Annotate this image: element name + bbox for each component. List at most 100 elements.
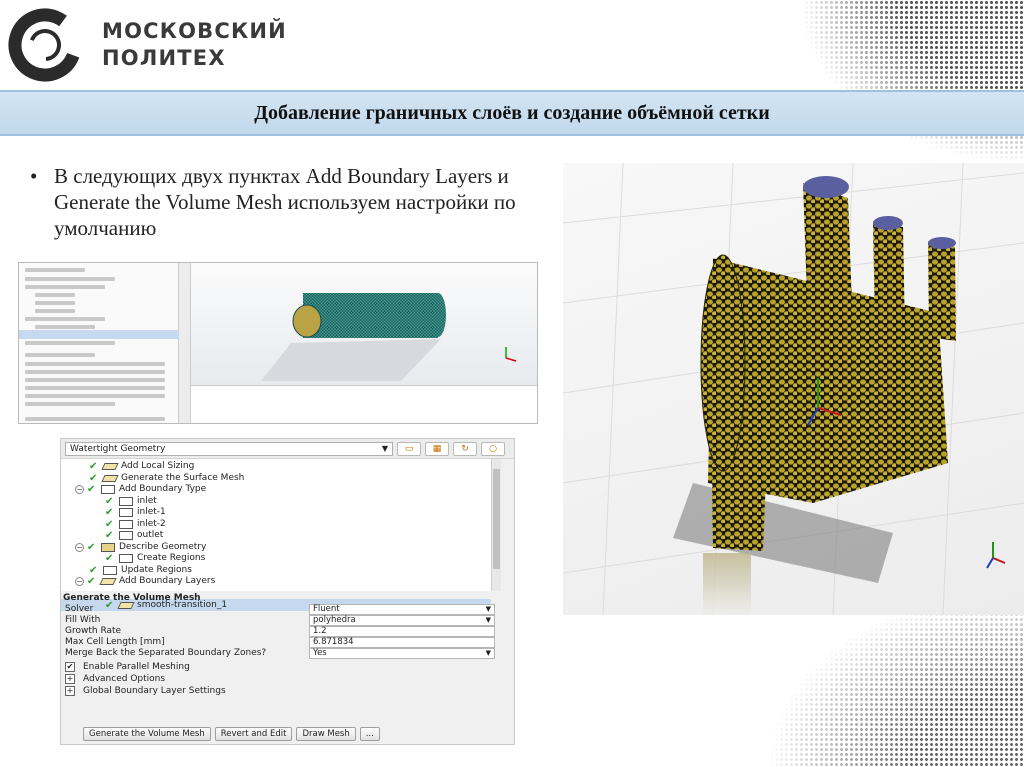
tree-item-label: inlet-2 bbox=[137, 519, 166, 529]
property-label: Fill With bbox=[65, 615, 101, 625]
tree-item-create-regions[interactable]: ✔ Create Regions bbox=[105, 553, 205, 564]
check-icon: ✔ bbox=[105, 519, 114, 530]
workflow-tree: ✔ Add Local Sizing ✔ Generate the Surface … bbox=[61, 459, 491, 611]
polytech-logo-icon bbox=[8, 8, 82, 82]
workflow-tree-panel bbox=[19, 263, 179, 423]
property-growth-rate: Growth Rate 1.2 bbox=[61, 626, 501, 637]
check-icon: ✔ bbox=[105, 507, 114, 518]
tree-item-label: Generate the Surface Mesh bbox=[121, 473, 245, 483]
halftone-decoration-top bbox=[804, 0, 1024, 160]
check-icon: ✔ bbox=[105, 496, 114, 507]
tree-item-label: Describe Geometry bbox=[119, 542, 207, 552]
more-button[interactable]: ... bbox=[359, 727, 380, 741]
logo-line-2: ПОЛИТЕХ bbox=[102, 46, 226, 70]
tree-scrollbar[interactable] bbox=[491, 459, 501, 591]
fill-with-value: polyhedra bbox=[313, 615, 356, 625]
boundary-icon bbox=[119, 520, 133, 529]
check-icon: ✔ bbox=[105, 530, 114, 541]
checkbox-checked-icon[interactable]: ✔ bbox=[65, 661, 75, 672]
tree-item-add-boundary-layers[interactable]: − ✔ Add Boundary Layers bbox=[75, 576, 215, 587]
growth-rate-value: 1.2 bbox=[313, 626, 327, 636]
boundary-icon bbox=[119, 497, 133, 506]
check-icon: ✔ bbox=[87, 576, 96, 587]
tree-item-label: Add Boundary Type bbox=[119, 484, 207, 494]
collapse-icon[interactable]: − bbox=[75, 543, 84, 552]
tree-item-label: Create Regions bbox=[137, 553, 206, 563]
tree-item-outlet[interactable]: ✔ outlet bbox=[105, 530, 163, 541]
volume-mesh-graphic bbox=[563, 163, 1024, 615]
tree-item-label: Add Local Sizing bbox=[121, 461, 195, 471]
check-icon: ✔ bbox=[89, 461, 98, 472]
tree-item-label: inlet-1 bbox=[137, 507, 166, 517]
check-icon: ✔ bbox=[105, 553, 114, 564]
slide-title-bar: Добавление граничных слоёв и создание об… bbox=[0, 90, 1024, 136]
check-icon: ✔ bbox=[87, 542, 96, 553]
logo-text: МОСКОВСКИЙ ПОЛИТЕХ bbox=[102, 18, 287, 72]
refresh-icon[interactable]: ↻ bbox=[453, 442, 477, 456]
option-label: Global Boundary Layer Settings bbox=[83, 685, 226, 696]
max-cell-length-value: 6.871834 bbox=[313, 637, 354, 647]
fill-with-select[interactable]: polyhedra ▼ bbox=[309, 615, 495, 626]
option-label: Enable Parallel Meshing bbox=[83, 661, 190, 672]
volume-mesh-viewport bbox=[563, 163, 1024, 615]
boundary-icon bbox=[119, 531, 133, 540]
chevron-down-icon: ▼ bbox=[485, 649, 491, 657]
tree-item-add-boundary-type[interactable]: − ✔ Add Boundary Type bbox=[75, 484, 206, 495]
layers-icon bbox=[99, 578, 117, 585]
tree-item-inlet-1[interactable]: ✔ inlet-1 bbox=[105, 507, 166, 518]
chevron-down-icon: ▼ bbox=[485, 616, 491, 624]
collapse-icon[interactable]: − bbox=[75, 577, 84, 586]
draw-mesh-button[interactable]: Draw Mesh bbox=[296, 727, 356, 741]
tree-item-label: Add Boundary Layers bbox=[119, 576, 216, 586]
regions-icon bbox=[119, 554, 133, 563]
folder-icon[interactable]: ▭ bbox=[397, 442, 421, 456]
table-icon[interactable]: ▦ bbox=[425, 442, 449, 456]
bullet-text: В следующих двух пунктах Add Boundary La… bbox=[54, 164, 516, 240]
bullet-point: • В следующих двух пунктах Add Boundary … bbox=[30, 163, 550, 241]
help-icon[interactable]: ○ bbox=[481, 442, 505, 456]
geometry-icon bbox=[101, 543, 115, 552]
growth-rate-input[interactable]: 1.2 bbox=[309, 626, 495, 637]
boundary-icon bbox=[119, 508, 133, 517]
scrollbar-thumb[interactable] bbox=[493, 469, 500, 569]
max-cell-length-input[interactable]: 6.871834 bbox=[309, 637, 495, 648]
section-title: Generate the Volume Mesh bbox=[63, 593, 201, 603]
collapse-icon[interactable]: − bbox=[75, 485, 84, 494]
surface-mesh-icon bbox=[101, 475, 119, 482]
workflow-panel-screenshot: Watertight Geometry ▼ ▭ ▦ ↻ ○ ✔ Add Local… bbox=[60, 438, 515, 745]
option-parallel-meshing[interactable]: ✔ Enable Parallel Meshing bbox=[65, 661, 190, 672]
tree-item-inlet-2[interactable]: ✔ inlet-2 bbox=[105, 519, 166, 530]
solver-value: Fluent bbox=[313, 604, 340, 614]
graphics-toolbar bbox=[179, 263, 191, 423]
merge-back-value: Yes bbox=[313, 648, 327, 658]
tree-item-add-local-sizing[interactable]: ✔ Add Local Sizing bbox=[89, 461, 194, 472]
option-advanced[interactable]: + Advanced Options bbox=[65, 673, 165, 684]
property-label: Solver bbox=[65, 604, 94, 614]
property-label: Growth Rate bbox=[65, 626, 122, 636]
property-fill-with: Fill With polyhedra ▼ bbox=[61, 615, 501, 626]
tree-item-update-regions[interactable]: ✔ Update Regions bbox=[89, 565, 192, 576]
regions-icon bbox=[103, 566, 117, 575]
sizing-icon bbox=[101, 463, 119, 470]
bullet-icon: • bbox=[30, 164, 38, 188]
generate-volume-mesh-button[interactable]: Generate the Volume Mesh bbox=[83, 727, 211, 741]
revert-and-edit-button[interactable]: Revert and Edit bbox=[214, 727, 293, 741]
tree-item-label: outlet bbox=[137, 530, 164, 540]
tree-item-describe-geometry[interactable]: − ✔ Describe Geometry bbox=[75, 542, 206, 553]
tree-item-label: inlet bbox=[137, 496, 157, 506]
property-solver: Solver Fluent ▼ bbox=[61, 604, 501, 615]
merge-back-select[interactable]: Yes ▼ bbox=[309, 648, 495, 659]
tree-item-inlet[interactable]: ✔ inlet bbox=[105, 496, 157, 507]
action-buttons: Generate the Volume Mesh Revert and Edit… bbox=[83, 727, 380, 741]
logo-line-1: МОСКОВСКИЙ bbox=[102, 19, 287, 43]
tree-item-generate-surface-mesh[interactable]: ✔ Generate the Surface Mesh bbox=[89, 473, 244, 484]
property-merge-back: Merge Back the Separated Boundary Zones?… bbox=[61, 648, 501, 659]
solver-select[interactable]: Fluent ▼ bbox=[309, 604, 495, 615]
expand-plus-icon[interactable]: + bbox=[65, 685, 75, 696]
expand-plus-icon[interactable]: + bbox=[65, 673, 75, 684]
chevron-down-icon: ▼ bbox=[381, 444, 388, 453]
logo: МОСКОВСКИЙ ПОЛИТЕХ bbox=[8, 8, 287, 82]
check-icon: ✔ bbox=[87, 484, 96, 495]
option-global-bl[interactable]: + Global Boundary Layer Settings bbox=[65, 685, 226, 696]
workflow-type-select[interactable]: Watertight Geometry ▼ bbox=[65, 442, 393, 456]
